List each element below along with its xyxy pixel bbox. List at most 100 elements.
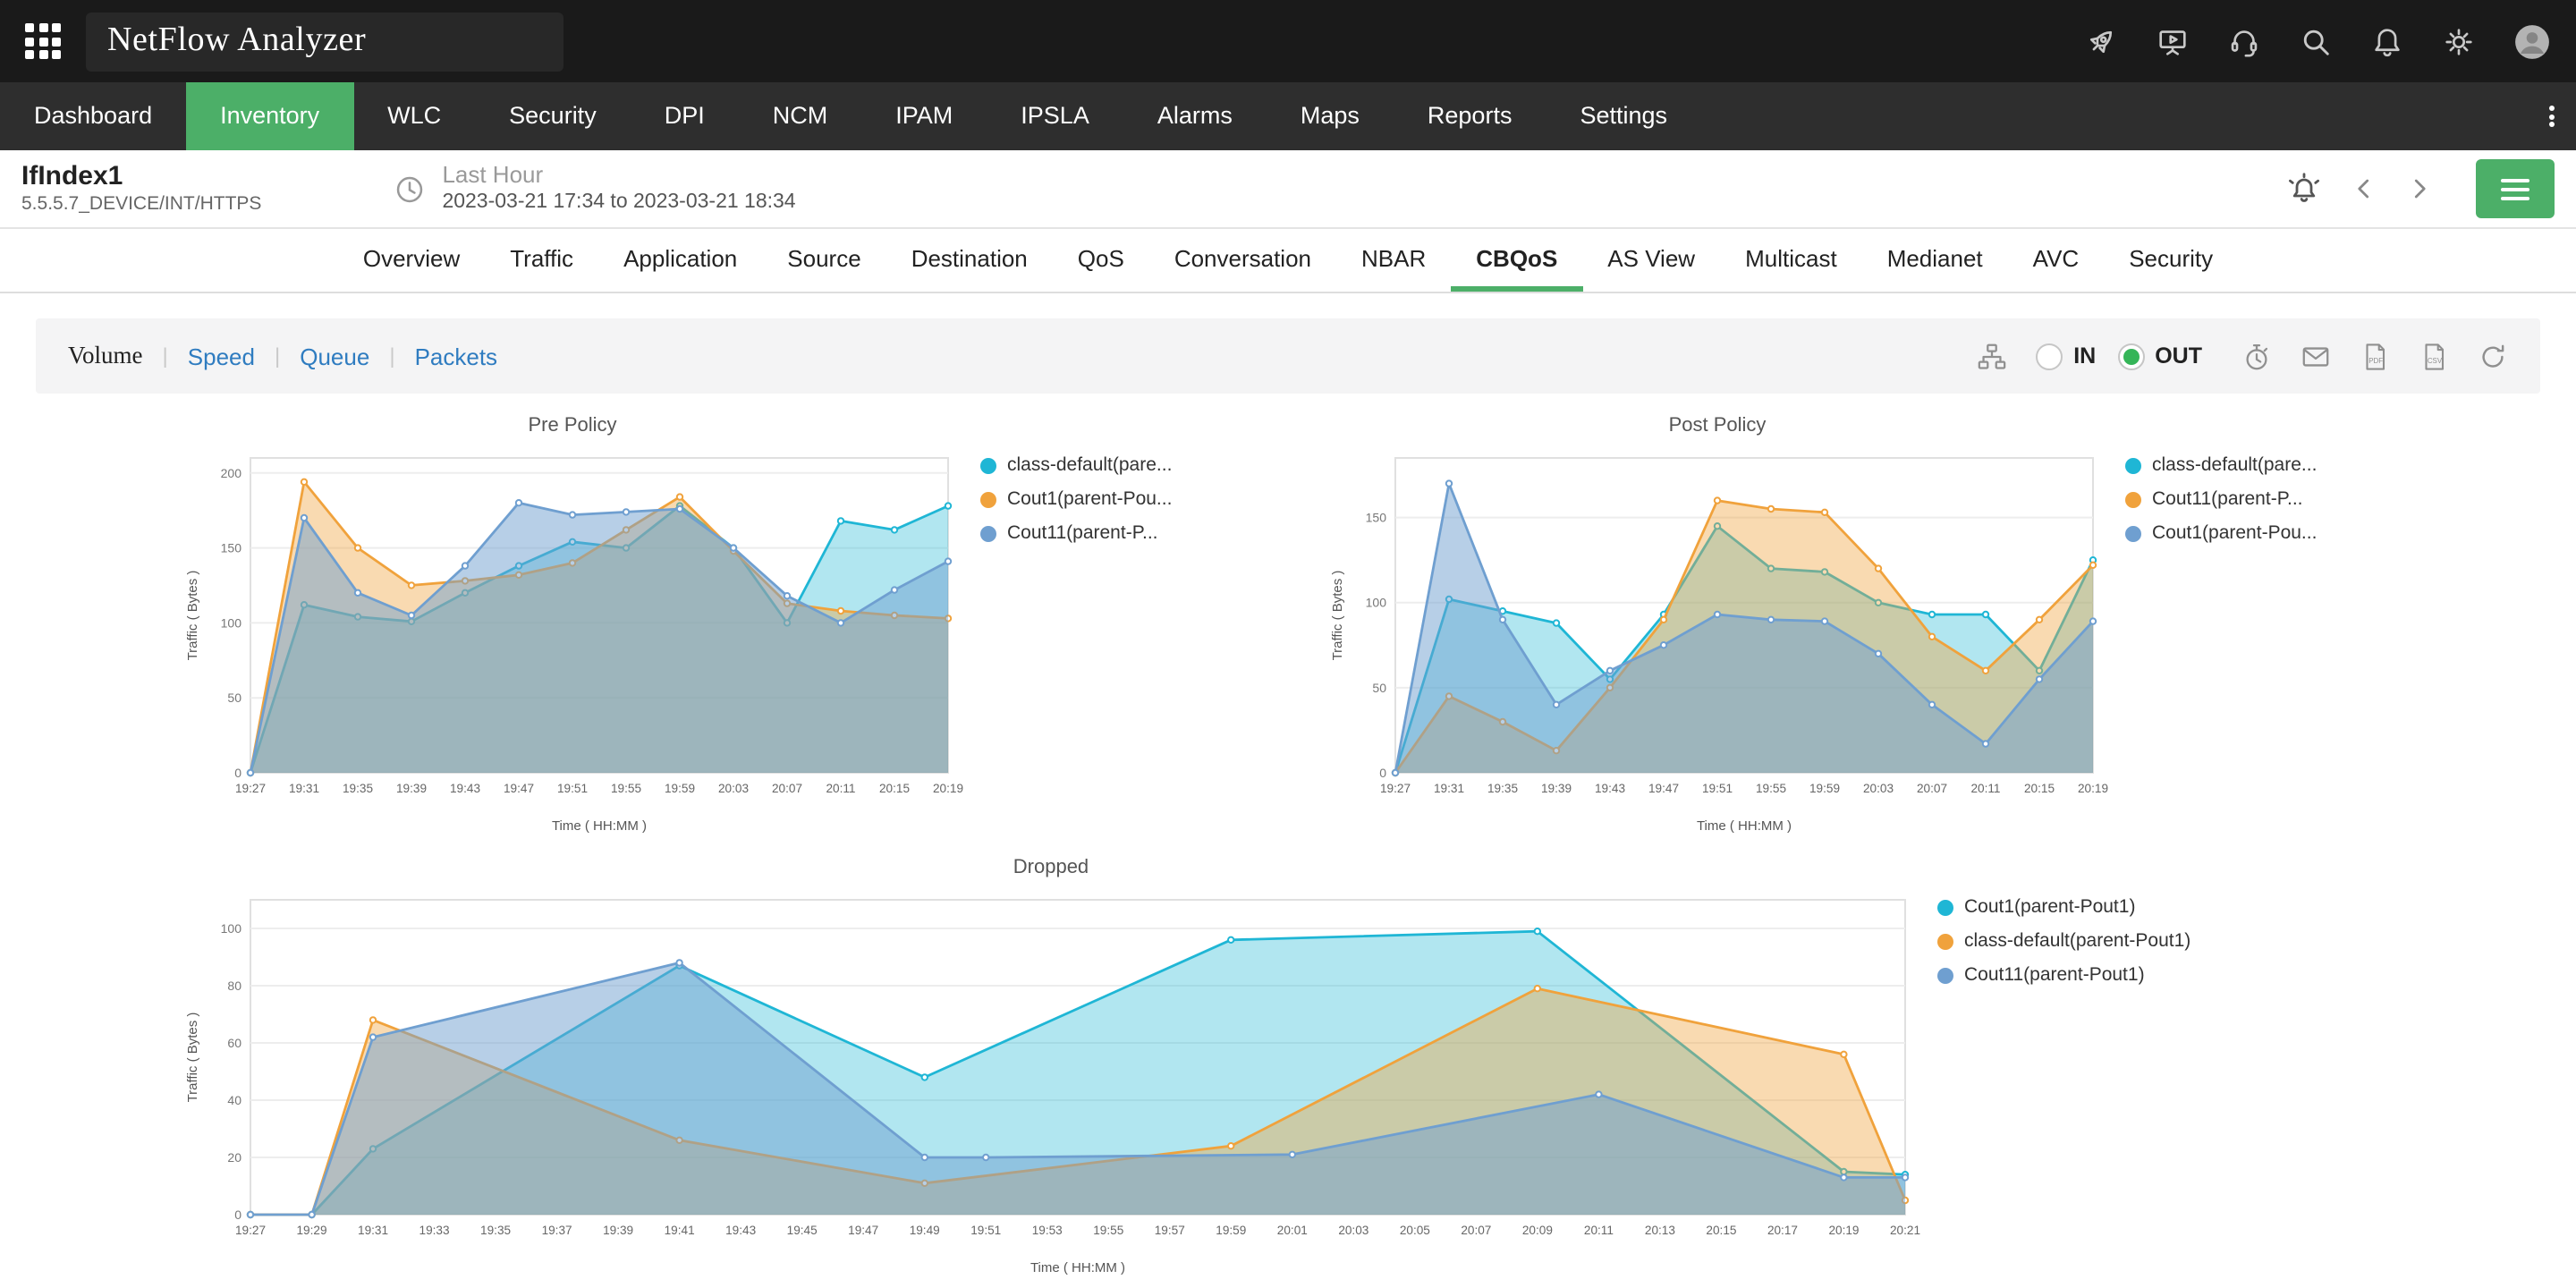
view-speed[interactable]: Speed [188, 343, 255, 369]
legend-item[interactable]: class-default(pare... [2125, 454, 2317, 476]
chevron-left-icon[interactable] [2351, 175, 2377, 202]
svg-text:40: 40 [227, 1093, 242, 1107]
view-separator: | [163, 343, 168, 369]
radio-in[interactable] [2036, 343, 2063, 369]
time-period[interactable]: Last Hour 2023-03-21 17:34 to 2023-03-21… [394, 161, 795, 216]
presentation-icon[interactable] [2156, 24, 2190, 58]
legend-item[interactable]: Cout11(parent-P... [2125, 488, 2317, 510]
svg-text:Time ( HH:MM ): Time ( HH:MM ) [552, 818, 647, 834]
svg-text:20:21: 20:21 [1890, 1224, 1920, 1237]
legend-label: Cout11(parent-P... [1007, 522, 1158, 544]
nav-item-alarms[interactable]: Alarms [1123, 82, 1267, 150]
svg-text:19:45: 19:45 [787, 1224, 818, 1237]
tab-destination[interactable]: Destination [886, 229, 1053, 292]
rocket-icon[interactable] [2084, 24, 2118, 58]
tab-source[interactable]: Source [762, 229, 886, 292]
svg-text:19:59: 19:59 [1809, 782, 1840, 795]
svg-text:100: 100 [221, 921, 242, 936]
svg-text:19:31: 19:31 [1434, 782, 1464, 795]
legend-dot [2125, 525, 2141, 541]
avatar[interactable] [2513, 22, 2551, 60]
tab-conversation[interactable]: Conversation [1149, 229, 1336, 292]
nav-item-wlc[interactable]: WLC [353, 82, 475, 150]
view-volume[interactable]: Volume [68, 342, 143, 370]
tab-medianet[interactable]: Medianet [1862, 229, 2008, 292]
subheader: IfIndex1 5.5.5.7_DEVICE/INT/HTTPS Last H… [0, 150, 2576, 229]
tab-as-view[interactable]: AS View [1582, 229, 1720, 292]
legend-item[interactable]: Cout1(parent-Pout1) [1937, 896, 2190, 918]
pdf-export-icon[interactable]: PDF [2360, 341, 2390, 371]
legend-item[interactable]: Cout1(parent-Pou... [980, 488, 1172, 510]
tab-application[interactable]: Application [598, 229, 762, 292]
tab-overview[interactable]: Overview [338, 229, 485, 292]
menu-button[interactable] [2476, 159, 2555, 218]
settings-icon[interactable] [2442, 24, 2476, 58]
svg-text:20: 20 [227, 1150, 242, 1165]
svg-text:19:57: 19:57 [1155, 1224, 1185, 1237]
topbar: NetFlow Analyzer [0, 0, 2576, 82]
view-switcher: Volume|Speed|Queue|Packets [68, 342, 497, 370]
toolbar-actions: IN OUT PDF CSV [1977, 341, 2508, 371]
svg-text:19:27: 19:27 [235, 1224, 266, 1237]
tab-nbar[interactable]: NBAR [1336, 229, 1451, 292]
svg-text:50: 50 [1372, 681, 1386, 695]
search-icon[interactable] [2299, 24, 2333, 58]
chevron-right-icon[interactable] [2406, 175, 2433, 202]
svg-text:50: 50 [227, 691, 242, 705]
nav-item-dashboard[interactable]: Dashboard [0, 82, 186, 150]
nav-item-maps[interactable]: Maps [1267, 82, 1394, 150]
mail-icon[interactable] [2301, 341, 2331, 371]
alarm-icon[interactable] [2286, 171, 2322, 207]
notifications-icon[interactable] [2370, 24, 2404, 58]
svg-text:Time ( HH:MM ): Time ( HH:MM ) [1030, 1260, 1125, 1275]
svg-text:19:29: 19:29 [297, 1224, 327, 1237]
main-nav: DashboardInventoryWLCSecurityDPINCMIPAMI… [0, 82, 1701, 150]
tab-cbqos[interactable]: CBQoS [1451, 229, 1582, 292]
tab-security[interactable]: Security [2104, 229, 2238, 292]
svg-text:0: 0 [234, 1208, 242, 1222]
out-label[interactable]: OUT [2155, 343, 2202, 369]
tab-multicast[interactable]: Multicast [1720, 229, 1862, 292]
in-label[interactable]: IN [2073, 343, 2096, 369]
apps-grid-icon[interactable] [25, 23, 61, 59]
nav-item-ipsla[interactable]: IPSLA [987, 82, 1123, 150]
period-range: 2023-03-21 17:34 to 2023-03-21 18:34 [442, 191, 795, 216]
view-packets[interactable]: Packets [415, 343, 498, 369]
svg-text:19:31: 19:31 [289, 782, 319, 795]
nav-item-dpi[interactable]: DPI [631, 82, 739, 150]
svg-text:19:41: 19:41 [665, 1224, 695, 1237]
nav-item-settings[interactable]: Settings [1546, 82, 1701, 150]
legend-label: Cout1(parent-Pou... [1007, 488, 1172, 510]
sitemap-icon[interactable] [1977, 341, 2007, 371]
view-queue[interactable]: Queue [300, 343, 369, 369]
nav-item-reports[interactable]: Reports [1394, 82, 1546, 150]
main-nav-bar: DashboardInventoryWLCSecurityDPINCMIPAMI… [0, 82, 2576, 150]
support-icon[interactable] [2227, 24, 2261, 58]
svg-text:Traffic ( Bytes ): Traffic ( Bytes ) [1330, 571, 1345, 661]
nav-item-security[interactable]: Security [475, 82, 631, 150]
tab-traffic[interactable]: Traffic [485, 229, 598, 292]
nav-more-icon[interactable] [2528, 82, 2576, 150]
legend-item[interactable]: Cout1(parent-Pou... [2125, 522, 2317, 544]
csv-export-icon[interactable]: CSV [2419, 341, 2449, 371]
svg-text:100: 100 [221, 615, 242, 630]
legend-item[interactable]: Cout11(parent-Pout1) [1937, 964, 2190, 986]
legend-dot [1937, 933, 1953, 949]
svg-text:19:33: 19:33 [419, 1224, 450, 1237]
tab-qos[interactable]: QoS [1053, 229, 1149, 292]
svg-text:PDF: PDF [2368, 356, 2383, 364]
legend-dot [2125, 457, 2141, 473]
stopwatch-icon[interactable] [2241, 341, 2272, 371]
svg-text:150: 150 [221, 541, 242, 555]
chart-canvas: 05010015019:2719:3119:3519:3919:4319:471… [1324, 440, 2111, 846]
radio-out[interactable] [2117, 343, 2144, 369]
legend-item[interactable]: class-default(pare... [980, 454, 1172, 476]
legend-item[interactable]: class-default(parent-Pout1) [1937, 930, 2190, 952]
tab-avc[interactable]: AVC [2008, 229, 2105, 292]
refresh-icon[interactable] [2478, 341, 2508, 371]
nav-item-ipam[interactable]: IPAM [861, 82, 987, 150]
legend-item[interactable]: Cout11(parent-P... [980, 522, 1172, 544]
svg-text:20:17: 20:17 [1767, 1224, 1798, 1237]
nav-item-inventory[interactable]: Inventory [186, 82, 353, 150]
nav-item-ncm[interactable]: NCM [739, 82, 862, 150]
